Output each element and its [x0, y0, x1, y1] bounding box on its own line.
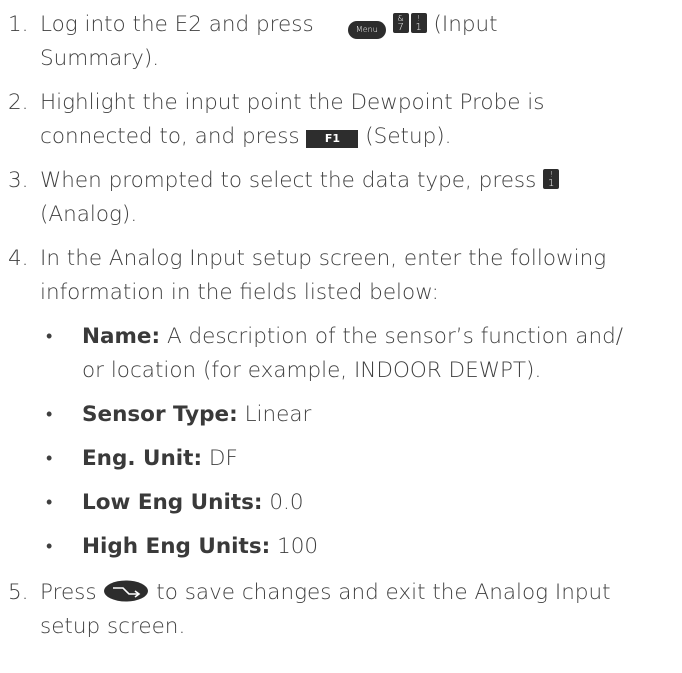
step-content: Log into the E2 and press Menu & 7! 1 (Inp…	[40, 8, 676, 76]
key-1-icon: ! 1	[543, 169, 560, 189]
step-number: 1.	[8, 12, 29, 37]
step-line: (Analog).	[40, 202, 138, 227]
step-number: 5.	[8, 580, 29, 605]
step-line: In the Analog Input setup screen, enter …	[40, 246, 607, 271]
bullet-icon: •	[46, 492, 53, 513]
step-number: 3.	[8, 168, 29, 193]
step-number: 4.	[8, 246, 29, 271]
bullet-icon: •	[46, 404, 53, 425]
bullet-icon: •	[46, 326, 53, 347]
step-content: In the Analog Input setup screen, enter …	[40, 242, 676, 310]
step-content: Press to save changes and exit the Analo…	[40, 576, 676, 644]
step-line: Highlight the input point the Dewpoint P…	[40, 90, 545, 115]
key-1-icon: ! 1	[410, 13, 427, 33]
bullet-icon: •	[46, 448, 53, 469]
step-line: Log into the E2 and press Menu & 7! 1 (Inp…	[40, 12, 498, 39]
save-arrow-key-icon	[103, 579, 149, 602]
step-line: Press to save changes and exit the Analo…	[40, 579, 611, 605]
step-line: When prompted to select the data type, p…	[40, 164, 676, 198]
key-7-icon: & 7	[392, 13, 409, 33]
instructions-page: 1. Log into the E2 and press Menu & 7! 1 (…	[0, 0, 682, 673]
step-line: setup screen.	[40, 614, 186, 639]
step-line: information in the fields listed below:	[40, 280, 439, 305]
f1-key-icon: F1	[306, 130, 359, 148]
step-content: When prompted to select the data type, p…	[40, 164, 676, 232]
step-content: Highlight the input point the Dewpoint P…	[40, 86, 676, 154]
step-line: connected to, and press F1 (Setup).	[40, 124, 452, 149]
menu-key-icon: Menu	[347, 21, 386, 39]
bullet-icon: •	[46, 536, 53, 557]
step-number: 2.	[8, 90, 29, 115]
step-line: Summary).	[40, 46, 160, 71]
